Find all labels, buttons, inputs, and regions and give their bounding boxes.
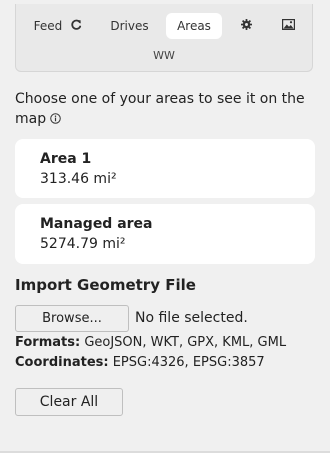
format-info: Formats: GeoJSON, WKT, GPX, KML, GML Coo…: [15, 333, 286, 373]
tab-panel: Feed Drives Areas WW: [15, 4, 313, 72]
formats-line: Formats: GeoJSON, WKT, GPX, KML, GML: [15, 333, 286, 353]
image-icon: [281, 19, 295, 33]
intro-text-block: Choose one of your areas to see it on th…: [15, 89, 315, 130]
info-icon[interactable]: [50, 110, 61, 130]
tab-drives[interactable]: Drives: [93, 13, 166, 39]
browse-button[interactable]: Browse...: [15, 305, 129, 332]
import-title: Import Geometry File: [15, 276, 196, 294]
tab-settings[interactable]: [222, 13, 270, 39]
formats-label: Formats:: [15, 335, 81, 350]
refresh-icon[interactable]: [70, 19, 82, 34]
tab-feed-label: Feed: [33, 19, 63, 33]
area-card[interactable]: Area 1 313.46 mi²: [15, 139, 315, 198]
gear-icon: [240, 19, 252, 33]
tab-areas[interactable]: Areas: [166, 13, 222, 39]
coordinates-value: EPSG:4326, EPSG:3857: [112, 355, 265, 370]
panel-subtitle: WW: [153, 49, 175, 62]
formats-value: GeoJSON, WKT, GPX, KML, GML: [84, 335, 287, 350]
area-size: 5274.79 mi²: [40, 236, 126, 252]
area-name: Managed area: [40, 216, 153, 232]
tab-areas-label: Areas: [177, 19, 211, 33]
area-name: Area 1: [40, 151, 92, 167]
tab-drives-label: Drives: [110, 19, 149, 33]
coordinates-label: Coordinates:: [15, 355, 109, 370]
file-status: No file selected.: [135, 310, 248, 326]
area-card[interactable]: Managed area 5274.79 mi²: [15, 204, 315, 264]
tab-feed[interactable]: Feed: [23, 13, 93, 39]
area-size: 313.46 mi²: [40, 171, 117, 187]
tab-bar: Feed Drives Areas: [23, 13, 306, 39]
coordinates-line: Coordinates: EPSG:4326, EPSG:3857: [15, 353, 286, 373]
tab-image[interactable]: [270, 13, 306, 39]
clear-all-button[interactable]: Clear All: [15, 388, 123, 416]
